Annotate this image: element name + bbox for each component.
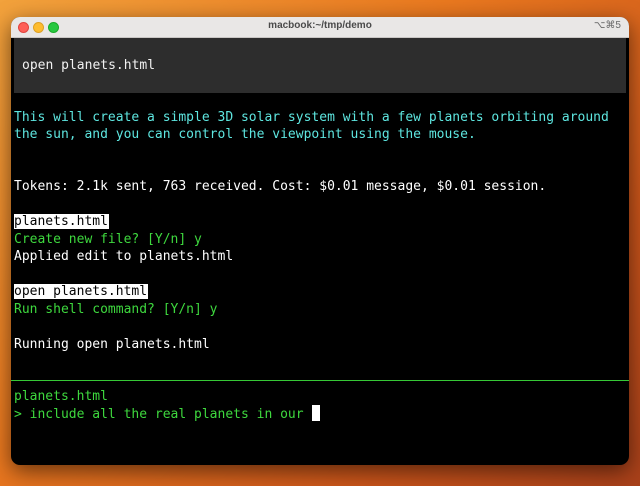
chat-input[interactable]: include all the real planets in our [30,407,304,422]
input-file-label: planets.html [14,389,108,404]
assistant-message-line-1: This will create a simple 3D solar syste… [14,110,609,125]
file-name-line: planets.html [14,213,109,231]
terminal-output[interactable]: open planets.html This will create a sim… [11,38,629,465]
code-block: open planets.html [14,38,626,93]
command-line: open planets.html [14,283,149,301]
text-cursor [311,405,320,421]
file-name-highlight: planets.html [14,214,109,229]
terminal-window: macbook:~/tmp/demo ⌥⌘5 open planets.html… [11,17,629,465]
create-file-prompt: Create new file? [Y/n] y [14,232,202,247]
input-divider [11,380,629,381]
tokens-summary: Tokens: 2.1k sent, 763 received. Cost: $… [14,179,547,194]
window-shortcut: ⌥⌘5 [593,20,621,31]
shell-command-prompt: Run shell command? [Y/n] y [14,302,218,317]
input-line[interactable]: > include all the real planets in our [14,405,320,424]
title-bar[interactable]: macbook:~/tmp/demo ⌥⌘5 [11,17,629,38]
assistant-message-line-2: the sun, and you can control the viewpoi… [14,127,476,142]
prompt-marker: > [14,407,22,422]
running-command-line: Running open planets.html [14,337,210,352]
code-block-text: open planets.html [22,58,156,73]
window-title: macbook:~/tmp/demo [268,20,372,31]
applied-edit-line: Applied edit to planets.html [14,249,234,264]
command-highlight: open planets.html [14,284,149,299]
